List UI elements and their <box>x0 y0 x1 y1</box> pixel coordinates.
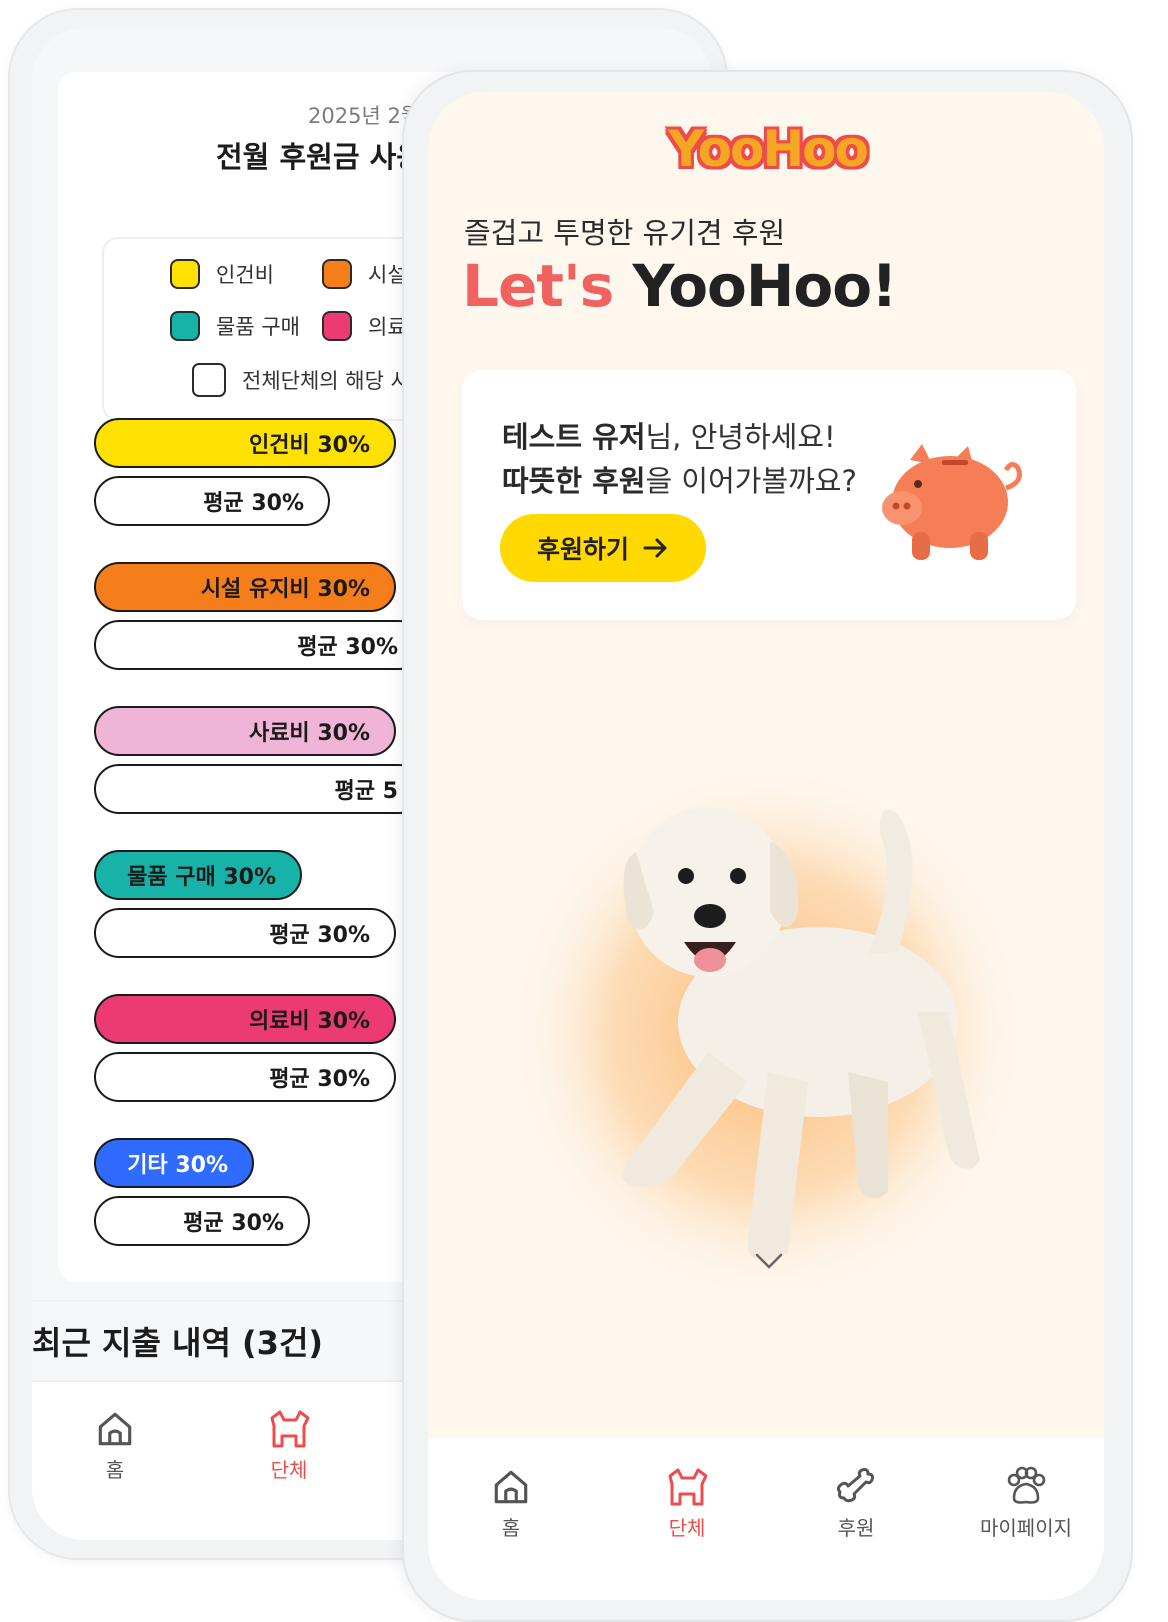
donate-button[interactable]: 후원하기 <box>500 514 706 582</box>
nav-donation[interactable]: 후원 <box>834 1466 878 1541</box>
nav-label: 후원 <box>837 1516 875 1540</box>
category-pill: 인건비 30% <box>94 418 396 468</box>
greeting-text: 을 이어가볼까요? <box>645 464 857 498</box>
hero-accent: Let's <box>462 252 614 320</box>
greeting-card: 테스트 유저님, 안녕하세요! 따뜻한 후원을 이어가볼까요? 후원하기 <box>462 370 1076 620</box>
dog-icon <box>270 1410 310 1448</box>
hero-title: Let's YooHoo! <box>462 252 898 320</box>
nav-label: 홈 <box>105 1458 125 1482</box>
average-pill: 평균 5 <box>94 764 424 814</box>
legend-item-personnel: 인건비 <box>170 259 274 289</box>
legend-label: 인건비 <box>216 263 274 287</box>
arrow-right-icon <box>643 538 667 558</box>
legend-swatch <box>322 259 352 289</box>
piggy-bank-icon <box>882 444 1022 560</box>
average-pill: 평균 30% <box>94 620 424 670</box>
user-name: 테스트 유저 <box>502 420 646 454</box>
hero-brand: YooHoo! <box>632 252 898 320</box>
dog-illustration <box>518 752 1028 1292</box>
tagline: 즐겁고 투명한 유기견 후원 <box>464 216 786 250</box>
greeting-text: 님, 안녕하세요! <box>645 420 836 454</box>
donate-button-label: 후원하기 <box>536 536 629 564</box>
bottom-nav: 홈 단체 후원 마이페이지 <box>428 1438 1104 1600</box>
nav-label: 단체 <box>668 1516 706 1540</box>
legend-swatch <box>322 311 352 341</box>
home-icon <box>98 1412 132 1446</box>
legend-swatch <box>170 311 200 341</box>
greeting-line-1: 테스트 유저님, 안녕하세요! <box>502 414 836 456</box>
dog-icon <box>668 1468 708 1506</box>
home-icon <box>494 1470 528 1504</box>
average-pill: 평균 30% <box>94 908 396 958</box>
paw-icon <box>1007 1466 1046 1504</box>
nav-mypage[interactable]: 마이페이지 <box>980 1466 1072 1541</box>
home-screen: YooHoo 즐겁고 투명한 유기견 후원 Let's YooHoo! 테스트 … <box>428 92 1104 1600</box>
recent-expenses-title: 최근 지출 내역 (3건) <box>32 1324 324 1362</box>
nav-shelter[interactable]: 단체 <box>266 1406 312 1483</box>
category-pill: 기타 30% <box>94 1138 254 1188</box>
legend-swatch <box>170 259 200 289</box>
category-pill: 사료비 30% <box>94 706 396 756</box>
average-pill: 평균 30% <box>94 1052 396 1102</box>
category-pill: 물품 구매 30% <box>94 850 302 900</box>
chevron-down-icon[interactable] <box>754 1252 784 1270</box>
nav-home[interactable]: 홈 <box>94 1408 136 1483</box>
nav-label: 마이페이지 <box>980 1516 1072 1540</box>
greeting-emphasis: 따뜻한 후원 <box>502 464 646 498</box>
nav-label: 홈 <box>501 1516 521 1540</box>
average-pill: 평균 30% <box>94 476 330 526</box>
app-logo: YooHoo <box>668 120 869 178</box>
average-pill: 평균 30% <box>94 1196 310 1246</box>
category-pill: 의료비 30% <box>94 994 396 1044</box>
front-phone-frame: YooHoo 즐겁고 투명한 유기견 후원 Let's YooHoo! 테스트 … <box>402 70 1133 1622</box>
nav-shelter[interactable]: 단체 <box>664 1464 710 1541</box>
category-pill: 시설 유지비 30% <box>94 562 396 612</box>
nav-label: 단체 <box>270 1458 308 1482</box>
average-checkbox[interactable] <box>192 363 226 397</box>
nav-home[interactable]: 홈 <box>490 1466 532 1541</box>
greeting-line-2: 따뜻한 후원을 이어가볼까요? <box>502 458 857 500</box>
legend-item-supplies: 물품 구매 <box>170 311 300 341</box>
bone-icon <box>836 1468 874 1503</box>
legend-label: 물품 구매 <box>216 315 300 339</box>
